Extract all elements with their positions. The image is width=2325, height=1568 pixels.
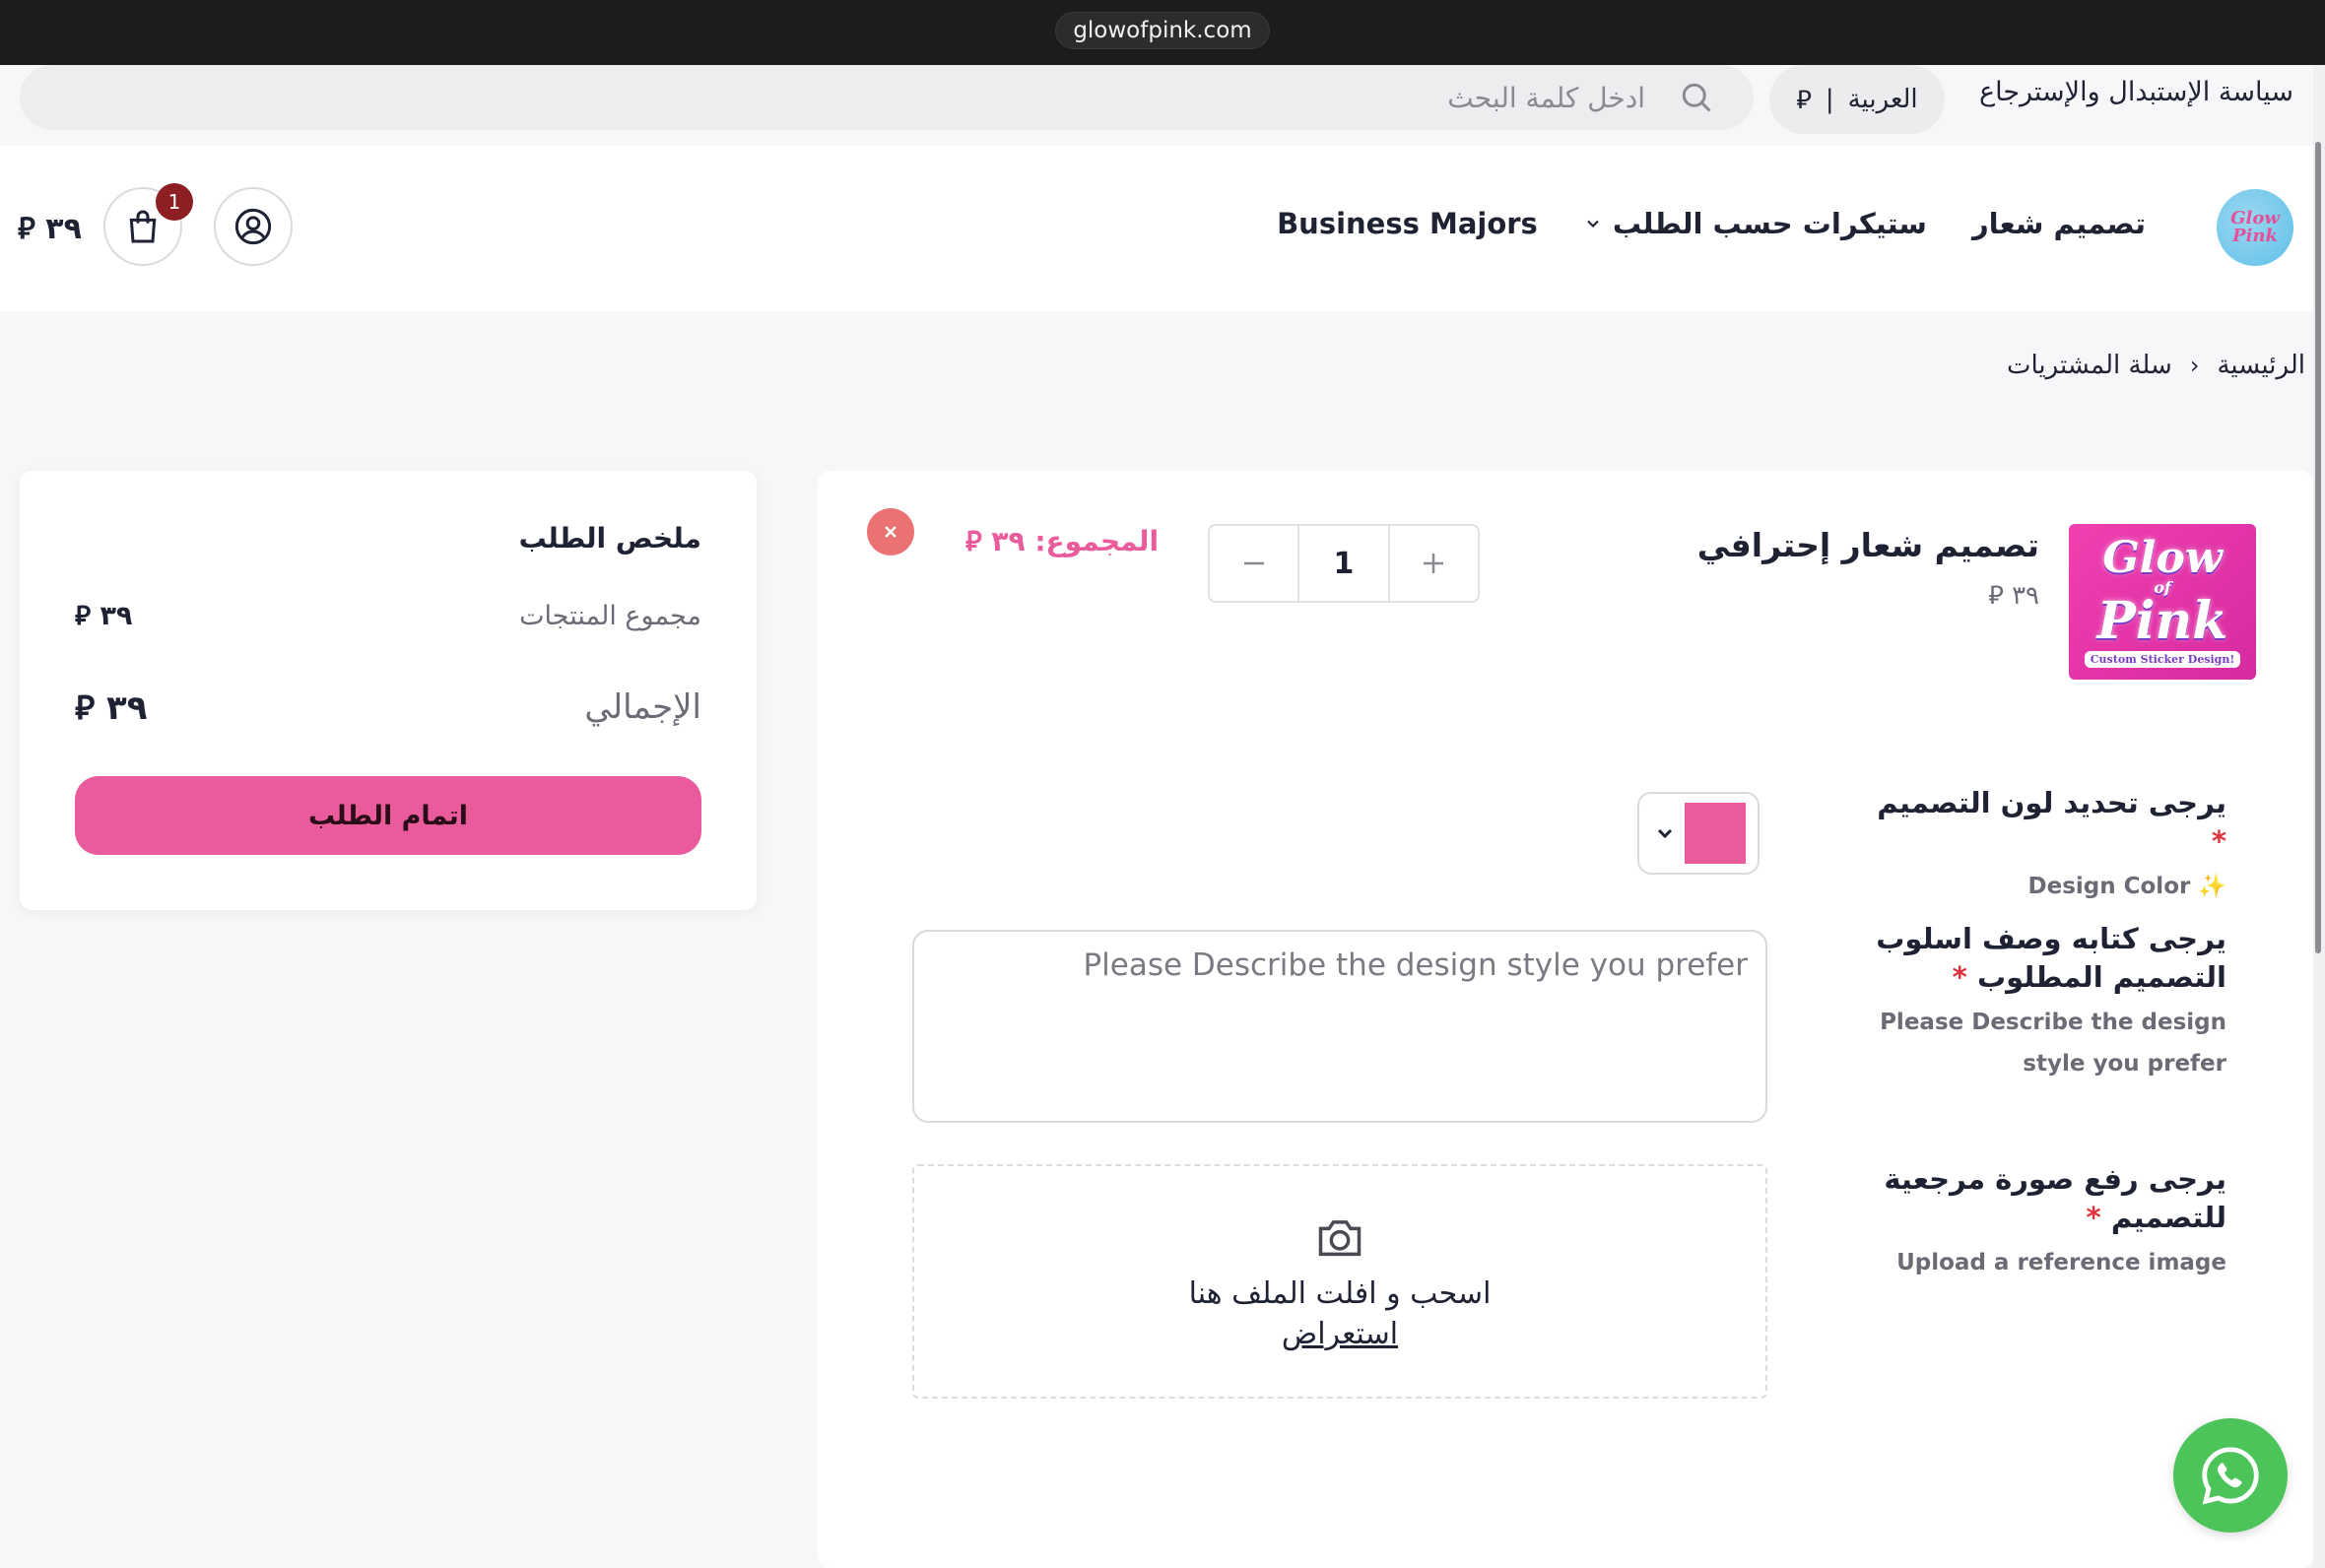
product-image-text: Pink <box>2096 590 2228 651</box>
checkout-button[interactable]: اتمام الطلب <box>75 776 701 855</box>
subtotal-row: مجموع المنتجات ٣٩ ⃁ <box>75 599 701 632</box>
product-unit-price: ٣٩ ⃁ <box>1988 581 2039 611</box>
design-style-field <box>912 930 1767 1123</box>
label-text: يرجى رفع صورة مرجعية للتصميم <box>1884 1162 2226 1235</box>
search-icon[interactable] <box>1679 80 1714 115</box>
nav-item-business-majors[interactable]: Business Majors <box>1277 207 1538 240</box>
label-subtext: Please Describe the design style you pre… <box>1880 1010 2226 1077</box>
increase-quantity-button[interactable] <box>1390 526 1478 601</box>
total-row: الإجمالي ٣٩ ⃁ <box>75 686 701 729</box>
design-color-label: يرجى تحديد لون التصميم * ✨ Design Color <box>1872 784 2226 908</box>
close-icon <box>885 526 897 538</box>
shopping-bag-icon <box>129 210 157 243</box>
breadcrumb-current: سلة المشتريات <box>2007 351 2172 380</box>
label-subtext: ✨ Design Color <box>2027 874 2226 900</box>
label-text: يرجى تحديد لون التصميم <box>1877 786 2226 819</box>
file-drop-zone[interactable]: اسحب و افلت الملف هنا استعراض <box>912 1164 1767 1399</box>
utility-bar: العربية | ⃁ سياسة الإستبدال والإسترجاع <box>0 65 2313 146</box>
language-switcher[interactable]: العربية | ⃁ <box>1769 65 1945 134</box>
remove-item-button[interactable] <box>867 508 914 555</box>
product-name[interactable]: تصميم شعار إحترافي <box>1697 526 2039 564</box>
cart-count-badge: 1 <box>156 183 193 221</box>
search-bar[interactable] <box>20 65 1754 130</box>
url-bar[interactable]: glowofpink.com <box>1055 12 1270 49</box>
summary-title: ملخص الطلب <box>518 522 701 555</box>
product-image-text: Glow <box>2102 532 2223 583</box>
design-style-textarea[interactable] <box>914 932 1765 1121</box>
line-total: المجموع: ٣٩ ⃁ <box>965 525 1160 557</box>
reference-image-label: يرجى رفع صورة مرجعية للتصميم * Upload a … <box>1813 1160 2226 1284</box>
language-label: العربية <box>1847 85 1918 114</box>
color-swatch <box>1685 803 1746 864</box>
subtotal-value: ٣٩ ⃁ <box>75 601 133 631</box>
required-mark: * <box>2086 1201 2101 1235</box>
product-image[interactable]: Glow of Pink Custom Sticker Design! <box>2069 524 2256 680</box>
minus-icon <box>1243 561 1264 565</box>
label-subtext: Upload a reference image <box>1896 1250 2226 1276</box>
return-policy-link[interactable]: سياسة الإستبدال والإسترجاع <box>1979 77 2293 107</box>
required-mark: * <box>1952 960 1967 995</box>
camera-icon <box>1318 1220 1362 1257</box>
site-logo[interactable]: Glow Pink <box>2217 189 2293 266</box>
breadcrumb-home[interactable]: الرئيسية <box>2217 351 2305 380</box>
decrease-quantity-button[interactable] <box>1210 526 1297 601</box>
scrollbar-thumb[interactable] <box>2315 142 2321 953</box>
chevron-left-icon: ‹ <box>2189 352 2200 379</box>
total-value: ٣٩ ⃁ <box>75 688 148 728</box>
language-separator: | <box>1825 85 1834 114</box>
user-icon <box>234 208 272 245</box>
design-color-select[interactable] <box>1637 792 1760 875</box>
main-header: Glow Pink تصميم شعار ستيكرات حسب الطلب B… <box>0 146 2313 311</box>
subtotal-label: مجموع المنتجات <box>519 600 701 631</box>
currency-symbol: ⃁ <box>1796 85 1812 115</box>
nav-label: ستيكرات حسب الطلب <box>1612 207 1927 240</box>
chevron-down-icon <box>1657 828 1673 839</box>
chevron-down-icon <box>1587 220 1599 228</box>
plus-icon <box>1424 554 1444 573</box>
quantity-value[interactable]: 1 <box>1297 526 1390 601</box>
total-label: الإجمالي <box>584 687 701 727</box>
quantity-stepper: 1 <box>1208 524 1480 603</box>
drop-instructions: اسحب و افلت الملف هنا <box>1188 1276 1492 1311</box>
nav-item-custom-stickers[interactable]: ستيكرات حسب الطلب <box>1583 207 1927 240</box>
header-cart-total: ٣٩ ⃁ <box>18 212 82 246</box>
nav-item-logo-design[interactable]: تصميم شعار <box>1972 207 2146 240</box>
label-text: يرجى كتابه وصف اسلوب التصميم المطلوب <box>1876 922 2226 995</box>
search-input[interactable] <box>20 65 1754 130</box>
browse-files-link[interactable]: استعراض <box>1282 1317 1398 1351</box>
breadcrumb: الرئيسية ‹ سلة المشتريات <box>2007 351 2305 380</box>
main-nav: تصميم شعار ستيكرات حسب الطلب Business Ma… <box>1277 207 2146 240</box>
nav-label: Business Majors <box>1277 207 1538 240</box>
order-summary-card: ملخص الطلب مجموع المنتجات ٣٩ ⃁ الإجمالي … <box>20 471 757 910</box>
design-style-label: يرجى كتابه وصف اسلوب التصميم المطلوب * P… <box>1813 920 2226 1084</box>
whatsapp-chat-button[interactable] <box>2173 1418 2288 1533</box>
browser-bar: glowofpink.com <box>0 0 2325 65</box>
whatsapp-icon <box>2202 1447 2259 1505</box>
nav-label: تصميم شعار <box>1971 207 2146 240</box>
cart-item-card: Glow of Pink Custom Sticker Design! تصمي… <box>818 471 2313 1568</box>
account-button[interactable] <box>214 187 293 266</box>
required-mark: * <box>2211 824 2226 859</box>
product-image-tagline: Custom Sticker Design! <box>2084 650 2241 668</box>
